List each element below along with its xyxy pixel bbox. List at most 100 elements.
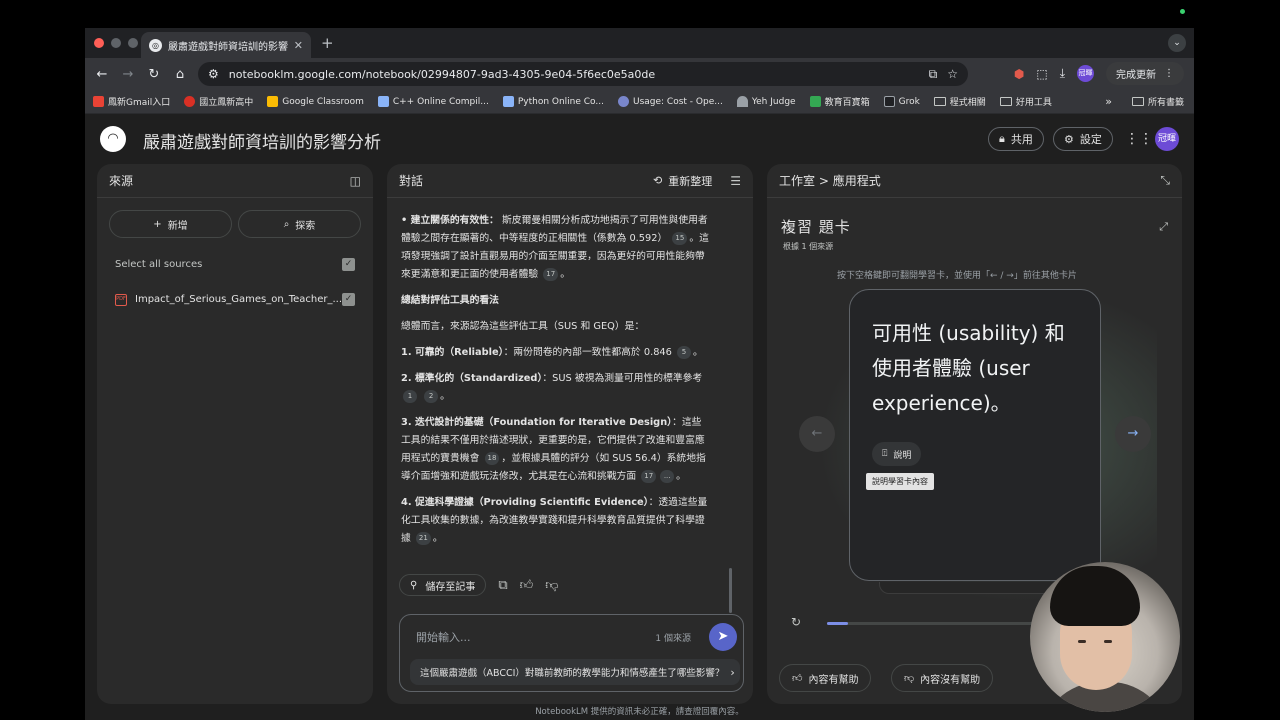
bookmark-item[interactable]: 國立鳳新高中 [184,95,253,108]
not-helpful-button[interactable]: 👎︎ 內容沒有幫助 [891,664,994,692]
paragraph: • 建立關係的有效性： 斯皮爾曼相關分析成功地揭示了可用性與使用者體驗之間存在顯… [401,215,709,281]
new-tab-button[interactable]: + [321,34,334,52]
reload-button[interactable]: ↻ [141,67,167,82]
bookmark-item[interactable]: Grok [883,96,920,107]
toolbar-actions: ⬢ ⬚ ⤓ 冠暉 完成更新 ⋮ [1014,62,1184,85]
citation-badge[interactable]: 15 [672,231,688,245]
notebook-title[interactable]: 嚴肅遊戲對師資培訓的影響分析 [143,128,381,153]
forward-button[interactable]: → [115,67,141,82]
bookmark-item[interactable]: Usage: Cost - Ope... [618,96,723,107]
pdf-icon: PDF [115,293,127,306]
explore-button[interactable]: ⌕ 探索 [238,210,361,238]
source-count: 1 個來源 [655,634,691,644]
bookmark-folder[interactable]: 好用工具 [999,95,1052,108]
thumbs-up-icon[interactable]: 👍︎ [520,578,534,593]
add-source-button[interactable]: + 新增 [109,210,232,238]
select-all-checkbox[interactable]: ✓ [342,258,355,271]
extension-icon[interactable]: ⬢ [1014,67,1024,81]
disclaimer: NotebookLM 提供的資訊未必正確，請查證回覆內容。 [535,707,744,717]
explore-icon: ⌕ [283,218,290,230]
chat-settings-icon[interactable]: ☰ [730,174,741,188]
collapse-icon[interactable]: ⤡ [1160,173,1170,188]
folder-icon [999,97,1012,106]
more-menu-icon: ⋮ [1164,68,1174,79]
flashcards-subtitle: 根據 1 個來源 [783,242,834,251]
browser-tab[interactable]: ◎ 嚴肅遊戲對師資培訓的影響分析 ✕ [141,32,311,58]
profile-avatar[interactable]: 冠暉 [1077,65,1094,82]
chat-title: 對話 [399,174,424,188]
webcam-hair [1050,566,1140,626]
lock-icon: 🔒︎ [999,132,1005,145]
bookmark-star-icon[interactable]: ☆ [947,67,958,81]
thumbs-down-icon[interactable]: 👎︎ [545,578,558,593]
bookmark-item[interactable]: 鳳新Gmail入口 [93,95,170,108]
site-info-icon[interactable]: ⚙ [208,67,219,81]
citation-badge[interactable]: 2 [424,389,439,403]
folder-icon [933,97,946,106]
url-text: notebooklm.google.com/notebook/02994807-… [228,67,656,81]
notebooklm-logo-icon[interactable]: ◠ [100,126,126,152]
keyboard-hint: 按下空格鍵即可翻開學習卡，並使用「← / →」前往其他卡片 [837,271,1077,281]
flashcard[interactable]: 可用性 (usability) 和使用者體驗 (user experience)… [849,289,1101,581]
citation-badge[interactable]: 17 [641,469,657,483]
citation-badge[interactable]: ... [660,469,675,483]
back-button[interactable]: ← [89,67,115,82]
citation-badge[interactable]: 21 [415,531,431,545]
send-button[interactable]: ➤ [709,623,737,651]
minimize-window-button[interactable] [111,38,121,48]
suggested-question[interactable]: 這個嚴肅遊戲（ABCCI）對職前教師的教學能力和情感產生了哪些影響？ › [410,659,740,685]
zoom-window-button[interactable] [128,38,138,48]
bookmark-folder[interactable]: 程式相關 [933,95,986,108]
all-bookmarks-button[interactable]: 所有書籤 [1131,95,1184,108]
tab-search-button[interactable]: ⌄ [1168,34,1186,52]
chat-input-box[interactable]: 開始輸入... 1 個來源 ➤ 這個嚴肅遊戲（ABCCI）對職前教師的教學能力和… [399,614,744,692]
chevron-right-icon[interactable]: › [724,665,735,679]
chat-input[interactable]: 開始輸入... [416,629,471,645]
citation-badge[interactable]: 5 [677,345,692,359]
address-bar[interactable]: ⚙ notebooklm.google.com/notebook/0299480… [198,62,968,86]
bookmark-item[interactable]: 教育百寶箱 [809,95,870,108]
close-tab-icon[interactable]: ✕ [294,39,303,52]
close-window-button[interactable] [94,38,104,48]
folder-icon [1131,97,1144,106]
breadcrumb-studio[interactable]: 工作室 [779,174,815,188]
citation-badge[interactable]: 1 [403,389,417,403]
explain-button[interactable]: ⍐ 說明 [872,442,922,466]
bookmark-item[interactable]: Python Online Co... [502,96,604,107]
bookmark-item[interactable]: Yeh Judge [736,96,796,107]
collapse-panel-icon[interactable]: ◫ [350,174,361,188]
download-icon[interactable]: ⤓ [1060,66,1065,81]
bookmark-item[interactable]: C++ Online Compil... [377,96,489,107]
share-button[interactable]: 🔒︎ 共用 [988,127,1044,151]
sources-header: 來源 ◫ [97,164,373,198]
progress-fill [827,622,848,625]
thumbs-down-icon: 👎︎ [904,673,915,684]
more-bookmarks-button[interactable]: » [1105,95,1112,108]
next-card-button[interactable]: → [1115,416,1151,452]
user-avatar[interactable]: 冠暉 [1155,127,1179,151]
helpful-button[interactable]: 👍︎ 內容有幫助 [779,664,872,692]
save-note-button[interactable]: ⚲ 儲存至記事 [399,574,487,596]
app-header: ◠ 嚴肅遊戲對師資培訓的影響分析 🔒︎ 共用 ⚙ 設定 ⋮⋮⋮ 冠暉 [85,114,1194,164]
list-item: 4. 促進科學證據（Providing Scientific Evidence）… [401,497,708,545]
bookmark-item[interactable]: Google Classroom [267,96,364,107]
reset-icon[interactable]: ↻ [791,615,801,629]
copy-icon[interactable]: ⧉ [498,578,507,593]
install-app-icon[interactable]: ⧉ [929,67,938,82]
update-button[interactable]: 完成更新 ⋮ [1106,62,1184,85]
expand-icon[interactable]: ⤢ [1159,220,1168,234]
extensions-puzzle-icon[interactable]: ⬚ [1036,67,1047,81]
chat-scrollbar[interactable] [729,568,732,613]
tab-strip: ◎ 嚴肅遊戲對師資培訓的影響分析 ✕ + ⌄ [85,28,1194,58]
source-checkbox[interactable]: ✓ [342,293,356,306]
citation-badge[interactable]: 18 [484,451,500,465]
home-button[interactable]: ⌂ [167,67,193,82]
settings-button[interactable]: ⚙ 設定 [1053,127,1113,151]
prev-card-button[interactable]: ← [799,416,835,452]
tab-title: 嚴肅遊戲對師資培訓的影響分析 [168,41,288,53]
source-name: Impact_of_Serious_Games_on_Teacher_... [135,294,343,305]
refresh-button[interactable]: ⟲ 重新整理 [653,173,712,189]
citation-badge[interactable]: 17 [543,267,559,281]
source-item[interactable]: PDF Impact_of_Serious_Games_on_Teacher_.… [97,293,373,306]
sources-panel: 來源 ◫ + 新增 ⌕ 探索 Select all sources ✓ PDF Im… [97,164,373,704]
